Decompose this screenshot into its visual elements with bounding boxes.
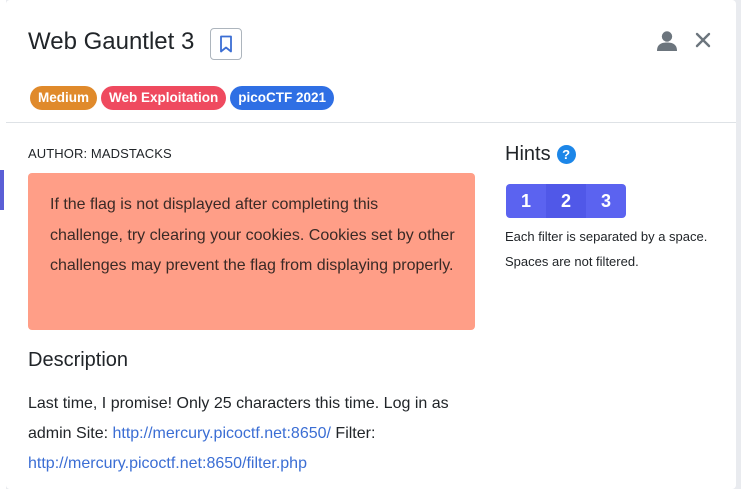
event-tag: picoCTF 2021 [230,86,335,110]
hint-1-button[interactable]: 1 [506,184,546,218]
hint-button-group: 1 2 3 [506,184,626,218]
category-tag: Web Exploitation [101,86,227,110]
author-label: AUTHOR: MADSTACKS [28,146,172,161]
modal-header: Web Gauntlet 3 Medium Web Exploitation p… [6,0,736,123]
site-link[interactable]: http://mercury.picoctf.net:8650/ [112,425,330,442]
background-right-edge [737,0,741,489]
cookie-warning-alert: If the flag is not displayed after compl… [28,173,475,330]
bookmark-button[interactable] [210,28,242,60]
challenge-title: Web Gauntlet 3 [28,28,195,55]
tag-list: Medium Web Exploitation picoCTF 2021 [30,86,335,110]
hint-content: Each filter is separated by a space. Spa… [505,229,708,269]
hint-2-button[interactable]: 2 [546,184,586,218]
close-icon[interactable] [695,32,711,48]
help-icon[interactable]: ? [556,145,576,164]
hints-heading: Hints ? [505,143,576,166]
description-heading: Description [28,349,129,371]
difficulty-tag: Medium [30,86,98,110]
description-text: Last time, I promise! Only 25 characters… [28,389,488,479]
hint-3-button[interactable]: 3 [586,184,626,218]
user-icon[interactable] [656,30,678,52]
background-active-marker [0,170,4,210]
challenge-modal: Web Gauntlet 3 Medium Web Exploitation p… [6,0,736,489]
bookmark-icon [220,35,232,53]
filter-link[interactable]: http://mercury.picoctf.net:8650/filter.p… [28,455,307,472]
description-text-part: Filter: [330,425,376,442]
hints-heading-label: Hints [505,143,551,165]
